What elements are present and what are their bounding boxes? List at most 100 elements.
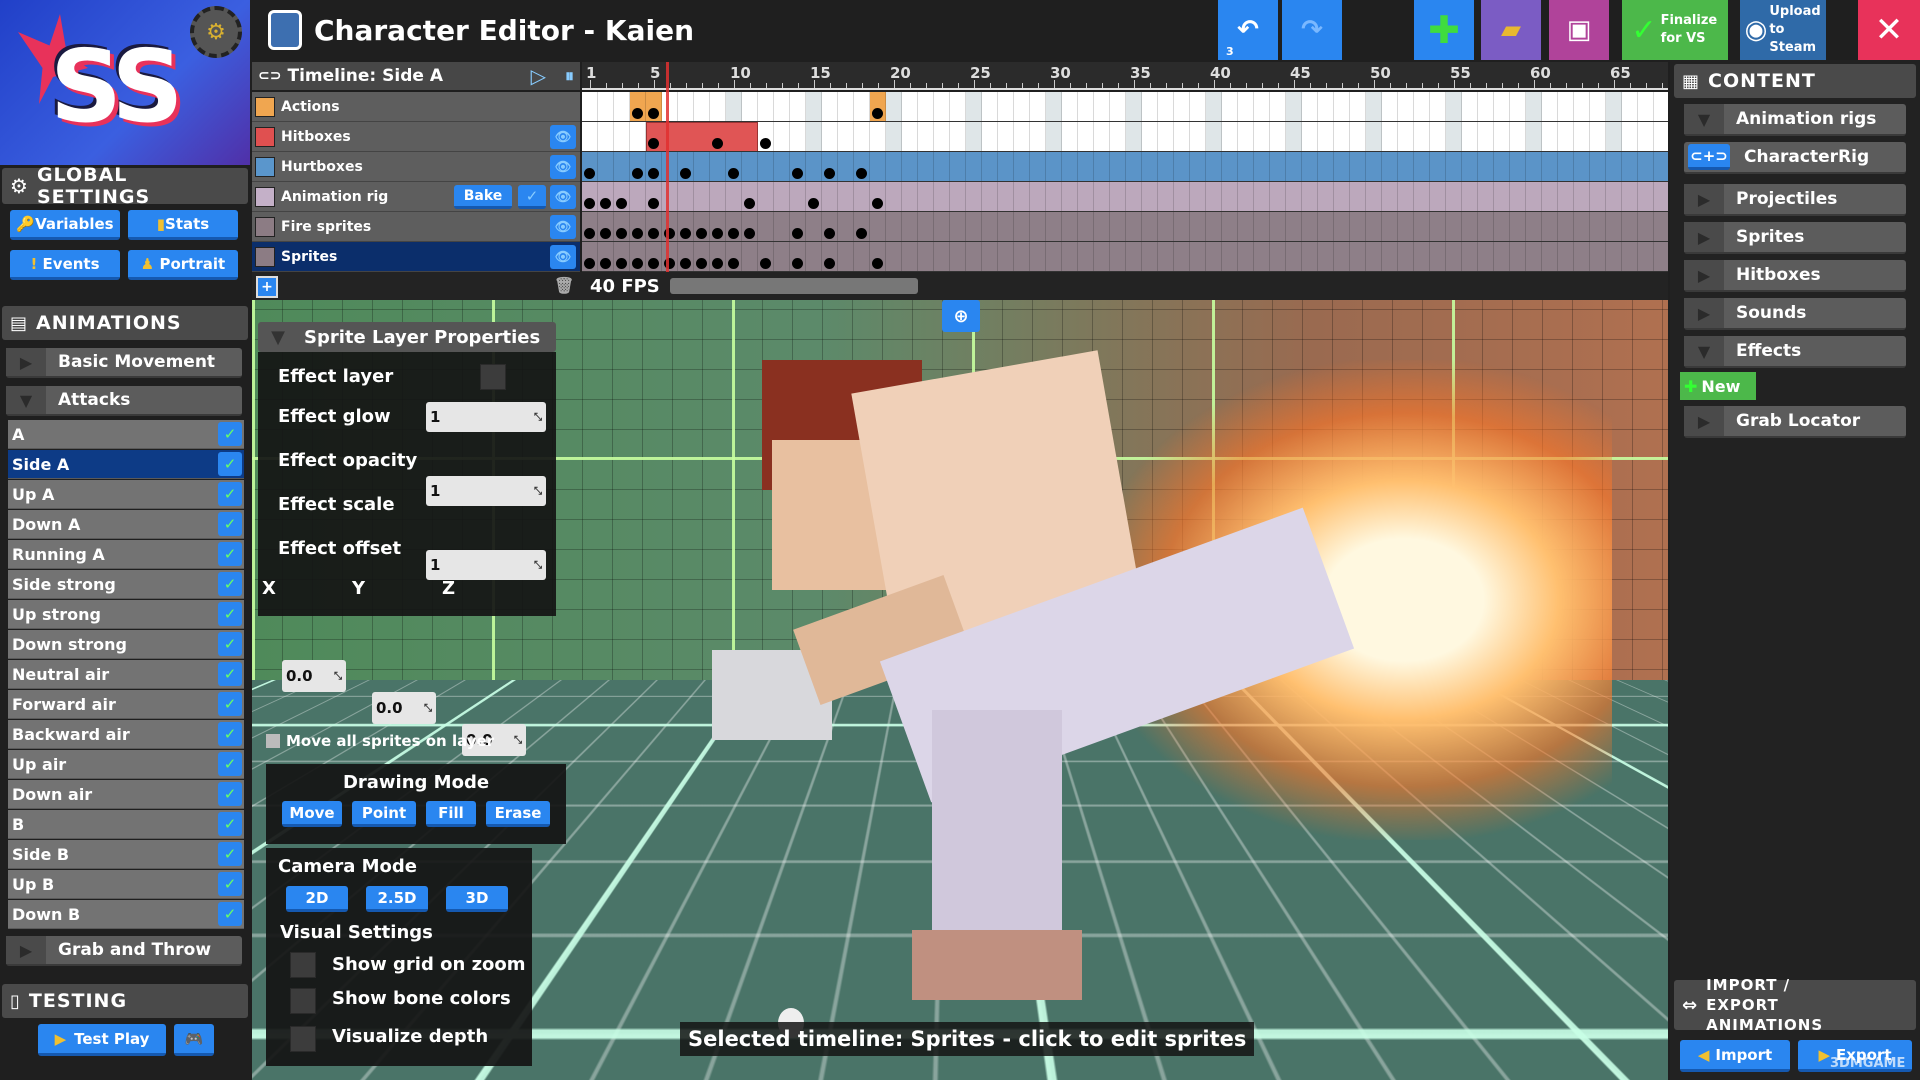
frame-cell[interactable] [1094,122,1110,151]
frame-cell[interactable] [902,212,918,241]
frame-cell[interactable] [1062,242,1078,271]
frame-cell[interactable] [1654,182,1668,211]
check-icon[interactable]: ✓ [218,752,242,776]
keyframe[interactable] [728,168,739,179]
frame-cell[interactable] [1142,122,1158,151]
frame-cell[interactable] [1654,92,1668,121]
layer-color-swatch[interactable] [255,156,275,177]
frame-cell[interactable] [1094,242,1110,271]
check-icon[interactable]: ✓ [218,542,242,566]
frame-cell[interactable] [902,92,918,121]
undo-button[interactable]: ↶ 3 [1218,0,1278,60]
keyframe[interactable] [824,228,835,239]
check-icon[interactable]: ✓ [218,872,242,896]
frame-cell[interactable] [1366,152,1382,181]
frame-cell[interactable] [1334,122,1350,151]
frame-cell[interactable] [1174,182,1190,211]
keyframe[interactable] [712,228,723,239]
frame-cell[interactable] [1462,182,1478,211]
frame-cell[interactable] [1590,182,1606,211]
camera-3d-button[interactable]: 3D [446,886,508,912]
animation-item[interactable]: Up A ✓ [8,480,244,509]
keyframe[interactable] [792,228,803,239]
redo-button[interactable]: ↷ [1282,0,1342,60]
frame-cell[interactable] [1398,182,1414,211]
frame-cell[interactable] [1286,152,1302,181]
frame-cell[interactable] [982,182,998,211]
frame-cell[interactable] [1510,182,1526,211]
frame-cell[interactable] [1142,92,1158,121]
frame-cell[interactable] [1590,122,1606,151]
frame-cell[interactable] [726,92,742,121]
frame-cell[interactable] [614,122,630,151]
frame-cell[interactable] [758,212,774,241]
frame-cell[interactable] [902,182,918,211]
frame-cell[interactable] [1318,212,1334,241]
frame-cell[interactable] [838,242,854,271]
frame-cell[interactable] [1046,152,1062,181]
keyframe[interactable] [856,168,867,179]
frame-cell[interactable] [1014,152,1030,181]
animation-item[interactable]: Neutral air ✓ [8,660,244,689]
frame-cell[interactable] [1430,242,1446,271]
effect-glow-input[interactable]: 1 [426,402,546,432]
frame-cell[interactable] [1110,242,1126,271]
frame-cell[interactable] [1174,152,1190,181]
keyframe[interactable] [648,258,659,269]
frame-cell[interactable] [1574,92,1590,121]
frame-cell[interactable] [982,92,998,121]
frame-cell[interactable] [1494,242,1510,271]
new-effect-button[interactable]: ✚ New [1680,372,1756,400]
frame-cell[interactable] [1254,92,1270,121]
frame-cell[interactable] [1350,122,1366,151]
frame-cell[interactable] [1126,212,1142,241]
frame-cell[interactable] [918,152,934,181]
keyframe[interactable] [632,228,643,239]
frame-cell[interactable] [1526,212,1542,241]
frame-cell[interactable] [1014,122,1030,151]
keyframe[interactable] [616,198,627,209]
frame-cell[interactable] [998,152,1014,181]
keyframe[interactable] [792,168,803,179]
frame-cell[interactable] [1414,152,1430,181]
frame-cell[interactable] [1462,242,1478,271]
frame-cell[interactable] [1254,242,1270,271]
content-item-projectiles[interactable]: ▶ Projectiles [1684,184,1906,216]
check-icon[interactable]: ✓ [218,722,242,746]
frame-cell[interactable] [1398,92,1414,121]
frame-cell[interactable] [1638,152,1654,181]
frame-cell[interactable] [918,122,934,151]
frame-cell[interactable] [1398,152,1414,181]
frame-cell[interactable] [966,242,982,271]
animation-item[interactable]: Up air ✓ [8,750,244,779]
keyframe[interactable] [648,168,659,179]
frame-cell[interactable] [1158,182,1174,211]
frame-cell[interactable] [1494,92,1510,121]
frame-cell[interactable] [886,122,902,151]
effect-opacity-input[interactable]: 1 [426,476,546,506]
frame-cell[interactable] [1206,122,1222,151]
frame-cell[interactable] [838,122,854,151]
frame-cell[interactable] [1494,122,1510,151]
content-item-grab-locator[interactable]: ▶ Grab Locator [1684,406,1906,438]
show-grid-checkbox[interactable] [290,952,316,978]
frame-cell[interactable] [1542,152,1558,181]
timeline-lane[interactable] [582,242,1668,272]
frame-cell[interactable] [838,212,854,241]
bake-button[interactable]: Bake [454,185,512,209]
frame-cell[interactable] [1318,182,1334,211]
frame-cell[interactable] [1222,122,1238,151]
frame-cell[interactable] [934,122,950,151]
frame-cell[interactable] [1334,152,1350,181]
controller-button[interactable]: 🎮 [174,1024,214,1056]
save-button[interactable]: ▣ [1549,0,1609,60]
frame-cell[interactable] [1094,182,1110,211]
frame-cell[interactable] [1062,122,1078,151]
frame-cell[interactable] [1638,182,1654,211]
frame-cell[interactable] [1206,152,1222,181]
check-icon[interactable]: ✓ [218,422,242,446]
frame-cell[interactable] [1558,212,1574,241]
frame-cell[interactable] [966,92,982,121]
layer-color-swatch[interactable] [255,216,275,237]
layer-color-swatch[interactable] [255,186,275,207]
